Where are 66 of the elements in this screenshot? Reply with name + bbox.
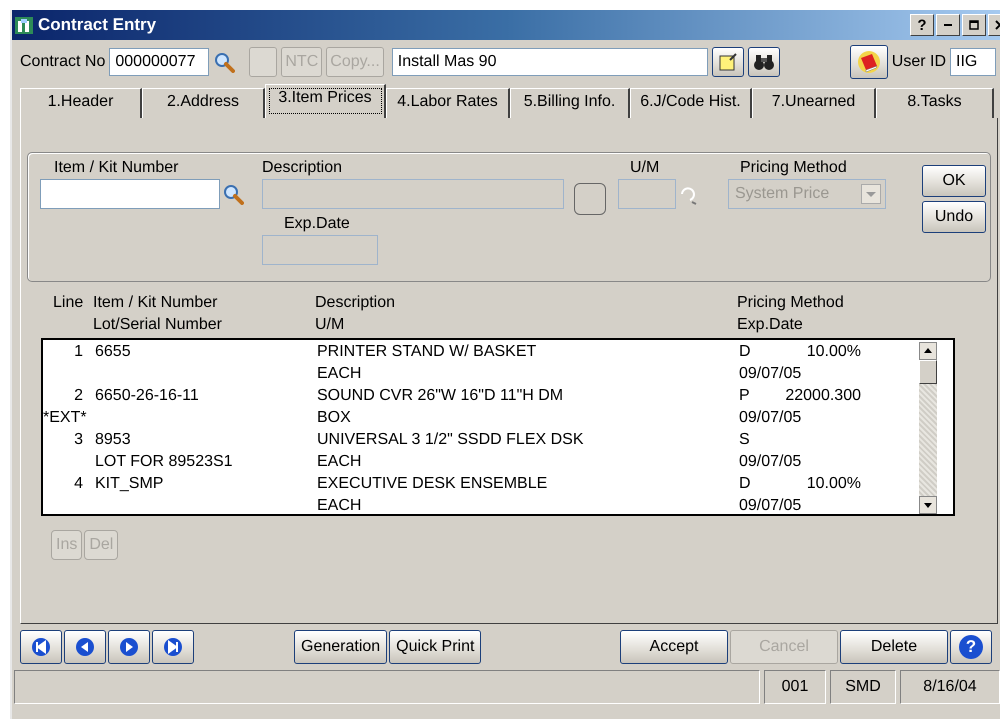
undo-button[interactable]: Undo bbox=[922, 201, 986, 233]
table-cell-text: S bbox=[739, 430, 751, 450]
tab[interactable]: 1.Header bbox=[20, 88, 142, 118]
window-title: Contract Entry bbox=[38, 15, 156, 35]
pricing-method-label: Pricing Method bbox=[739, 159, 848, 177]
table-cell-text: LOT FOR 89523S1 bbox=[95, 452, 234, 472]
table-cell-text: PRINTER STAND W/ BASKET bbox=[317, 342, 538, 362]
quick-print-button[interactable]: Quick Print bbox=[389, 630, 482, 664]
user-id-label: User ID bbox=[892, 53, 946, 71]
table-cell-text: BOX bbox=[317, 408, 352, 428]
column-header: Description bbox=[315, 293, 396, 313]
description-label: Description bbox=[262, 159, 344, 177]
table-cell-text: D bbox=[739, 342, 752, 362]
table-cell-text: 8953 bbox=[95, 430, 132, 450]
accept-button[interactable]: Accept bbox=[620, 630, 728, 664]
pricing-method-value: System Price bbox=[735, 185, 830, 203]
status-company: 001 bbox=[764, 670, 826, 704]
description-field[interactable]: Install Mas 90 bbox=[392, 48, 708, 76]
table-cell-text: 6650-26-16-11 bbox=[95, 386, 200, 406]
exp-date-label: Exp.Date bbox=[284, 215, 351, 233]
table-cell-text: 09/07/05 bbox=[739, 364, 802, 384]
table-cell-text: D bbox=[739, 474, 752, 494]
table-cell-text: UNIVERSAL 3 1/2" SSDD FLEX DSK bbox=[317, 430, 585, 450]
table-cell-text: EACH bbox=[317, 452, 362, 472]
table-cell-text: SOUND CVR 26"W 16"D 11"H DM bbox=[317, 386, 564, 406]
table-cell-text: 09/07/05 bbox=[739, 452, 802, 472]
column-header: Item / Kit Number bbox=[93, 293, 218, 313]
table-cell-text: 22000.300 bbox=[784, 386, 861, 406]
table-cell-text: 4 bbox=[73, 474, 84, 494]
tab[interactable]: 7.Unearned bbox=[752, 88, 876, 118]
table-cell-text: P bbox=[739, 386, 751, 406]
generation-button[interactable]: Generation bbox=[294, 630, 388, 664]
item-label: Item / Kit Number bbox=[53, 159, 180, 177]
column-header: Line bbox=[53, 293, 84, 313]
table-cell-text: 3 bbox=[73, 430, 84, 450]
tab[interactable]: 5.Billing Info. bbox=[510, 88, 630, 118]
table-cell-text: EACH bbox=[317, 364, 362, 384]
tab[interactable]: 6.J/Code Hist. bbox=[630, 88, 752, 118]
status-date: 8/16/04 bbox=[900, 670, 1000, 704]
user-id-field[interactable]: IIG bbox=[950, 48, 996, 76]
help-button[interactable]: ? bbox=[910, 14, 934, 36]
status-user: SMD bbox=[830, 670, 896, 704]
column-header: Exp.Date bbox=[737, 315, 804, 335]
table-cell-text: 10.00% bbox=[806, 474, 861, 494]
table-cell-text: 6655 bbox=[95, 342, 132, 362]
tab[interactable]: 3.Item Prices bbox=[265, 84, 386, 118]
table-cell-text: EXECUTIVE DESK ENSEMBLE bbox=[317, 474, 548, 494]
table-cell-text: 09/07/05 bbox=[739, 408, 802, 428]
table-cell-text: 10.00% bbox=[806, 342, 861, 362]
contract-label: Contract No bbox=[20, 53, 106, 71]
um-label: U/M bbox=[629, 159, 660, 177]
table-cell-text: KIT_SMP bbox=[95, 474, 164, 494]
table-cell-text: EACH bbox=[317, 496, 362, 516]
contract-number-field[interactable]: 000000077 bbox=[109, 48, 210, 76]
table-cell-text: 09/07/05 bbox=[739, 496, 802, 516]
tab[interactable]: 8.Tasks bbox=[876, 88, 994, 118]
column-header: U/M bbox=[315, 315, 346, 335]
column-header: Pricing Method bbox=[737, 293, 845, 313]
ok-button[interactable]: OK bbox=[922, 165, 986, 197]
help-button[interactable]: ? bbox=[950, 630, 992, 664]
table-cell-text: *EXT* bbox=[43, 408, 88, 428]
delete-button[interactable]: Delete bbox=[840, 630, 948, 664]
table-cell-text: 1 bbox=[73, 342, 84, 362]
column-header: Lot/Serial Number bbox=[93, 315, 223, 335]
table-cell-text: 2 bbox=[73, 386, 84, 406]
tab[interactable]: 4.Labor Rates bbox=[386, 88, 510, 118]
